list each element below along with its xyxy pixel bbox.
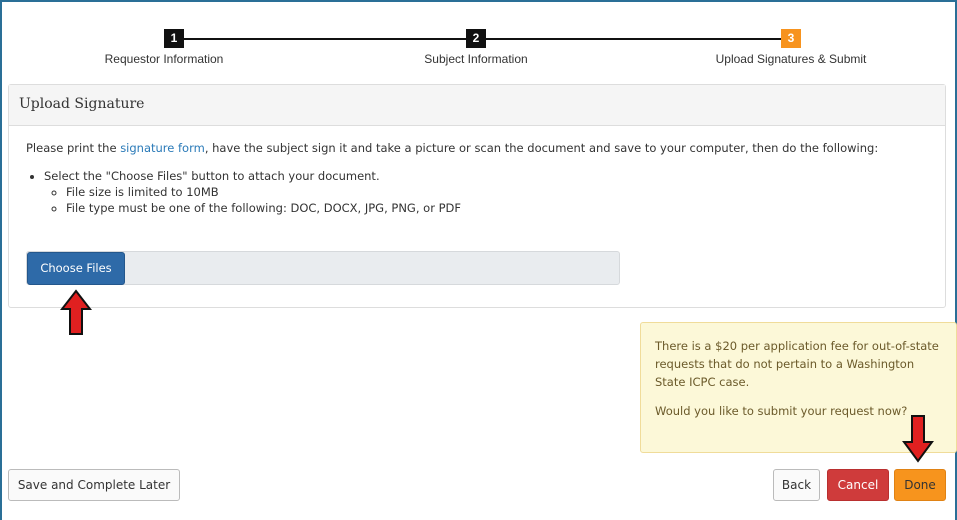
submit-question: Would you like to submit your request no… [655, 404, 908, 418]
stepper-line [174, 38, 476, 40]
fee-notice-text: There is a $20 per application fee for o… [655, 339, 939, 389]
done-button[interactable]: Done [894, 469, 946, 501]
step-3-number: 3 [781, 29, 801, 48]
file-type-requirement: File type must be one of the following: … [66, 200, 928, 216]
arrow-down-icon [902, 415, 934, 463]
cancel-button[interactable]: Cancel [827, 469, 889, 501]
choose-files-button[interactable]: Choose Files [27, 252, 125, 285]
arrow-up-icon [60, 289, 92, 335]
upload-signature-panel: Upload Signature Please print the signat… [8, 84, 946, 308]
list-item: Select the "Choose Files" button to atta… [44, 168, 928, 216]
step-2-label: Subject Information [424, 52, 528, 66]
panel-body: Please print the signature form, have th… [9, 126, 945, 230]
step-3-label: Upload Signatures & Submit [715, 52, 867, 66]
file-size-requirement: File size is limited to 10MB [66, 184, 928, 200]
file-requirements-list: File size is limited to 10MB File type m… [44, 184, 928, 216]
instructions-text: Please print the signature form, have th… [26, 140, 928, 156]
step-1-number: 1 [164, 29, 184, 48]
file-input[interactable]: Choose Files [26, 251, 620, 285]
save-and-complete-later-button[interactable]: Save and Complete Later [8, 469, 180, 501]
step-1-label: Requestor Information [104, 52, 224, 66]
stepper-line [476, 38, 792, 40]
step-2-number: 2 [466, 29, 486, 48]
signature-form-link[interactable]: signature form [120, 141, 205, 155]
intro-text-end: , have the subject sign it and take a pi… [204, 141, 879, 155]
intro-text-start: Please print the [26, 141, 121, 155]
panel-title: Upload Signature [9, 85, 945, 126]
instructions-list: Select the "Choose Files" button to atta… [26, 168, 928, 216]
back-button[interactable]: Back [773, 469, 820, 501]
choose-files-instruction: Select the "Choose Files" button to atta… [44, 169, 380, 183]
